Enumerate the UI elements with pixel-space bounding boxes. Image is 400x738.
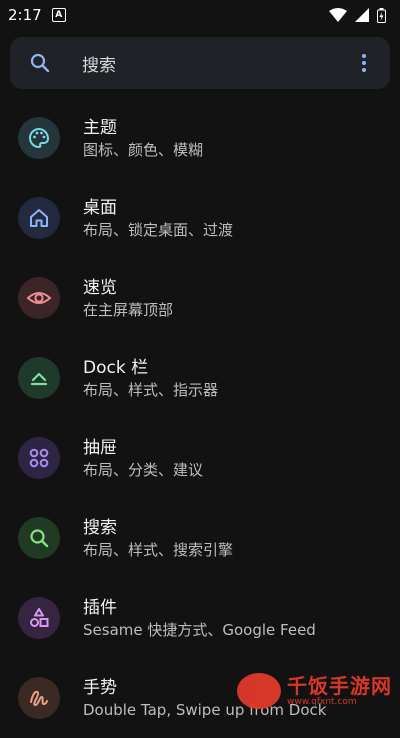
search-icon — [18, 517, 60, 559]
list-item-subtitle: 布局、样式、指示器 — [83, 380, 219, 399]
list-item-title: 抽屉 — [83, 437, 117, 458]
list-item-subtitle: 图标、颜色、模糊 — [83, 140, 204, 159]
status-right — [329, 7, 386, 23]
watermark: 千饭手游网 www.qfxnt.com — [237, 673, 392, 709]
search-bar[interactable]: 搜索 — [10, 37, 390, 89]
eye-icon — [18, 277, 60, 319]
list-item-title: 插件 — [83, 597, 117, 618]
notification-icon: A — [51, 8, 66, 22]
list-item-drawer[interactable]: 抽屉 布局、分类、建议 — [0, 418, 400, 498]
clock: 2:17 — [8, 6, 42, 24]
list-item-title: 速览 — [83, 277, 117, 298]
list-item-theme[interactable]: 主题 图标、颜色、模糊 — [0, 98, 400, 178]
status-bar: 2:17 A — [0, 0, 400, 30]
list-item-title: 搜索 — [83, 517, 117, 538]
list-item-title: 主题 — [83, 117, 117, 138]
list-item-text: 搜索 布局、样式、搜索引擎 — [83, 517, 233, 560]
dock-icon — [18, 357, 60, 399]
list-item-plugins[interactable]: 插件 Sesame 快捷方式、Google Feed — [0, 578, 400, 658]
list-item-text: 桌面 布局、锁定桌面、过渡 — [83, 197, 233, 240]
list-item-text: 主题 图标、颜色、模糊 — [83, 117, 203, 160]
watermark-url: www.qfxnt.com — [287, 697, 357, 707]
list-item-search[interactable]: 搜索 布局、样式、搜索引擎 — [0, 498, 400, 578]
list-item-subtitle: 布局、分类、建议 — [83, 460, 204, 479]
wifi-icon — [329, 8, 347, 22]
list-item-subtitle: Sesame 快捷方式、Google Feed — [83, 620, 316, 639]
watermark-text: 千饭手游网 www.qfxnt.com — [287, 675, 392, 707]
list-item-glance[interactable]: 速览 在主屏幕顶部 — [0, 258, 400, 338]
signal-icon — [355, 8, 369, 22]
list-item-title: Dock 栏 — [83, 357, 149, 378]
search-input[interactable]: 搜索 — [82, 51, 354, 76]
shapes-icon — [18, 597, 60, 639]
watermark-logo — [237, 673, 281, 709]
status-left: 2:17 A — [8, 6, 66, 24]
list-item-subtitle: 布局、样式、搜索引擎 — [83, 540, 234, 559]
home-icon — [18, 197, 60, 239]
list-item-text: 插件 Sesame 快捷方式、Google Feed — [83, 597, 316, 640]
list-item-desktop[interactable]: 桌面 布局、锁定桌面、过渡 — [0, 178, 400, 258]
list-item-text: 速览 在主屏幕顶部 — [83, 277, 173, 320]
battery-icon — [377, 7, 386, 23]
gesture-icon — [18, 677, 60, 719]
list-item-text: 抽屉 布局、分类、建议 — [83, 437, 203, 480]
search-icon — [28, 51, 52, 75]
list-item-text: Dock 栏 布局、样式、指示器 — [83, 357, 218, 400]
list-item-subtitle: 在主屏幕顶部 — [83, 300, 174, 319]
list-item-dock[interactable]: Dock 栏 布局、样式、指示器 — [0, 338, 400, 418]
palette-icon — [18, 117, 60, 159]
list-item-title: 桌面 — [83, 197, 117, 218]
grid-icon — [18, 437, 60, 479]
list-item-subtitle: 布局、锁定桌面、过渡 — [83, 220, 234, 239]
settings-list: 主题 图标、颜色、模糊 桌面 布局、锁定桌面、过渡 速览 在主屏幕顶部 Dock… — [0, 98, 400, 738]
more-vert-icon[interactable] — [354, 51, 374, 75]
watermark-title: 千饭手游网 — [287, 674, 392, 698]
